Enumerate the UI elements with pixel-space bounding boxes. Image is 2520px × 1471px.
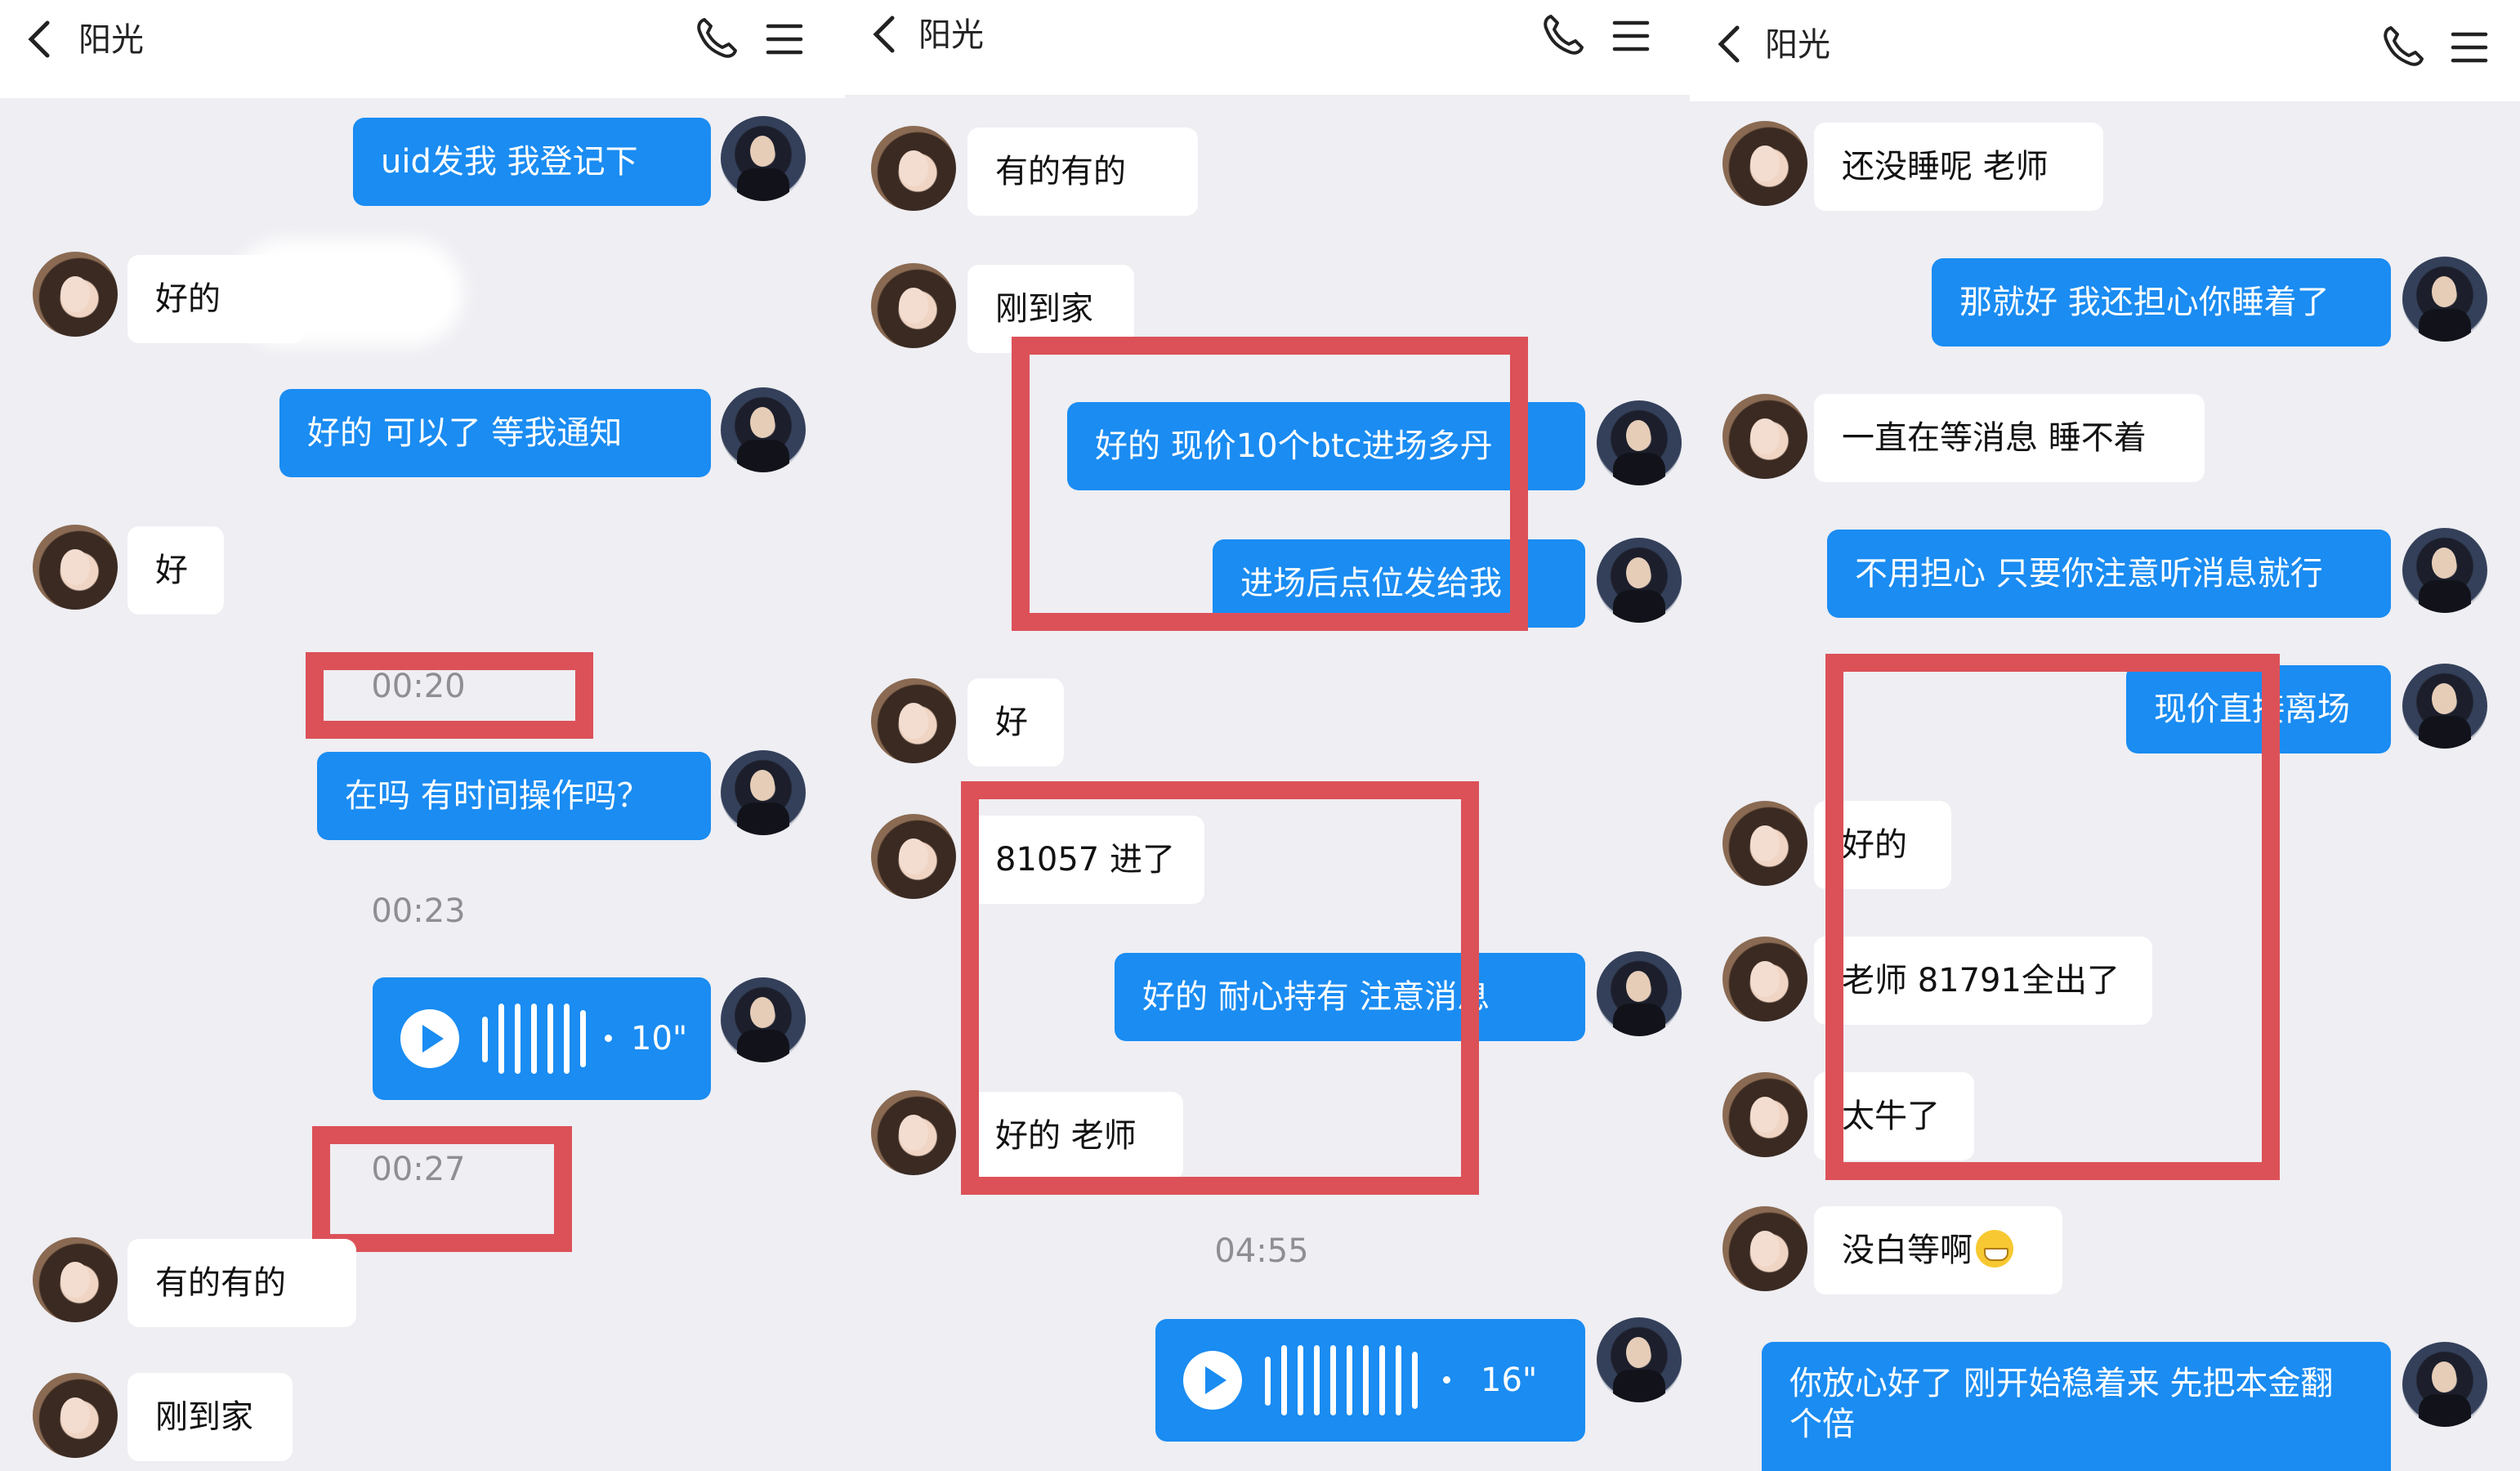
phone-icon[interactable] [2379,23,2425,69]
timestamp: 04:55 [1214,1232,1309,1270]
redaction-scribble [245,253,449,332]
message-bubble[interactable]: 有的有的 [127,1239,356,1327]
message-bubble[interactable]: 不用担心 只要你注意听消息就行 [1827,530,2391,618]
avatar[interactable] [871,814,956,899]
chat-panel-2: 阳光 有的有的 刚到家 好的 现价10个btc进场多丹 进场后点位发给我 好 8… [845,0,1690,1471]
avatar[interactable] [721,750,806,835]
avatar[interactable] [1722,121,1807,206]
avatar[interactable] [33,525,118,610]
avatar[interactable] [1597,1317,1682,1402]
chat-header: 阳光 [1690,0,2520,101]
back-icon[interactable] [865,13,907,56]
highlight-box [312,1126,572,1252]
avatar[interactable] [1722,394,1807,479]
contact-name: 阳光 [1765,26,1830,64]
grin-emoji-icon [1976,1230,2013,1268]
avatar[interactable] [1597,538,1682,623]
timestamp: 00:23 [371,892,466,930]
highlight-box [961,781,1479,1195]
back-icon[interactable] [20,18,62,60]
highlight-box [1825,654,2280,1180]
avatar[interactable] [2402,257,2487,342]
avatar[interactable] [721,977,806,1062]
contact-name: 阳光 [78,21,144,59]
avatar[interactable] [33,1237,118,1322]
contact-name: 阳光 [918,16,984,54]
avatar[interactable] [721,116,806,201]
menu-icon[interactable] [763,18,806,60]
message-bubble[interactable]: 有的有的 [967,127,1198,216]
voice-duration: 10" [631,1020,688,1057]
avatar[interactable] [1722,937,1807,1022]
highlight-box [306,652,593,739]
avatar[interactable] [2402,1342,2487,1427]
avatar[interactable] [1722,801,1807,886]
voice-duration: 16" [1481,1361,1538,1399]
highlight-box [1012,337,1528,631]
message-bubble[interactable]: 在吗 有时间操作吗？ [317,752,711,840]
message-bubble[interactable]: uid发我 我登记下 [353,118,711,206]
avatar[interactable] [1597,951,1682,1036]
play-icon[interactable] [400,1009,459,1068]
chat-header: 阳光 [0,0,845,98]
back-icon[interactable] [1709,23,1752,65]
voice-message[interactable]: 10" [373,977,711,1100]
avatar[interactable] [33,1373,118,1458]
message-bubble[interactable]: 没白等啊 [1814,1206,2062,1294]
chat-panel-3: 阳光 还没睡呢 老师 那就好 我还担心你睡着了 一直在等消息 睡不着 不用担心 … [1690,0,2520,1471]
message-bubble[interactable]: 还没睡呢 老师 [1814,123,2103,211]
avatar[interactable] [871,1090,956,1175]
avatar[interactable] [1722,1072,1807,1157]
message-bubble[interactable]: 好的 可以了 等我通知 [279,389,711,477]
avatar[interactable] [871,678,956,763]
message-bubble[interactable]: 一直在等消息 睡不着 [1814,394,2205,482]
menu-icon[interactable] [2448,26,2491,69]
chat-header: 阳光 [845,0,1690,95]
avatar[interactable] [721,387,806,472]
avatar[interactable] [871,263,956,348]
message-bubble[interactable]: 刚到家 [127,1373,293,1461]
avatar[interactable] [1597,400,1682,485]
phone-icon[interactable] [693,15,739,60]
phone-icon[interactable] [1539,11,1585,57]
chat-panel-1: 阳光 uid发我 我登记下 好的 好的 可以了 等我通知 好 00:20 在吗 … [0,0,845,1471]
play-icon[interactable] [1183,1351,1242,1410]
avatar[interactable] [33,252,118,337]
message-text: 没白等啊 [1842,1232,1973,1269]
avatar[interactable] [1722,1206,1807,1291]
message-bubble[interactable]: 好 [967,678,1064,767]
voice-message[interactable]: 16" [1155,1319,1585,1442]
avatar[interactable] [2402,528,2487,613]
avatar[interactable] [2402,664,2487,749]
message-bubble[interactable]: 好 [127,526,224,615]
message-bubble[interactable]: 那就好 我还担心你睡着了 [1932,258,2391,347]
menu-icon[interactable] [1610,15,1652,57]
avatar[interactable] [871,126,956,211]
message-bubble[interactable]: 你放心好了 刚开始稳着来 先把本金翻个倍 [1762,1342,2391,1471]
